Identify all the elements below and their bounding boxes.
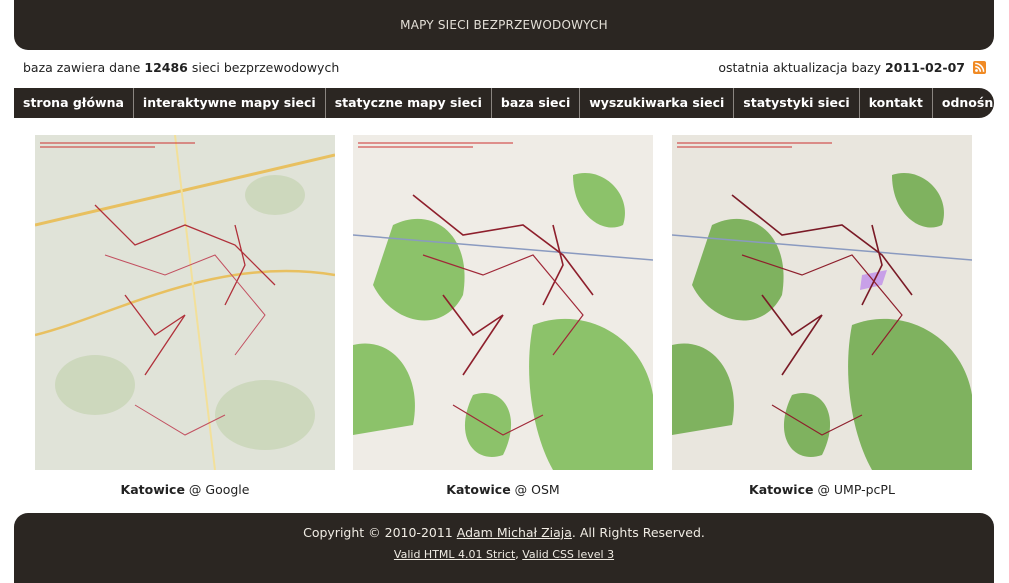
- nav-interactive-maps[interactable]: interaktywne mapy sieci: [134, 88, 326, 118]
- map-caption-ump: Katowice @ UMP-pcPL: [749, 482, 895, 497]
- map-caption-osm: Katowice @ OSM: [446, 482, 560, 497]
- nav-network-stats[interactable]: statystyki sieci: [734, 88, 860, 118]
- valid-css-link[interactable]: Valid CSS level 3: [522, 548, 614, 561]
- map-gallery: Katowice @ Google Katowice @ OSM Katowic…: [35, 135, 975, 505]
- site-header: MAPY SIECI BEZPRZEWODOWYCH: [14, 0, 994, 50]
- map-image-google[interactable]: [35, 135, 335, 470]
- last-update-date: 2011-02-07: [885, 60, 966, 75]
- site-title: MAPY SIECI BEZPRZEWODOWYCH: [400, 18, 608, 32]
- nav-links[interactable]: odnośniki: [933, 88, 1009, 118]
- info-bar: baza zawiera dane 12486 sieci bezprzewod…: [23, 60, 986, 80]
- site-footer: Copyright © 2010-2011 Adam Michał Ziaja.…: [14, 513, 994, 583]
- network-count: 12486: [144, 60, 188, 75]
- nav-static-maps[interactable]: statyczne mapy sieci: [326, 88, 492, 118]
- map-image-ump[interactable]: [672, 135, 972, 470]
- network-count-text: baza zawiera dane 12486 sieci bezprzewod…: [23, 60, 340, 75]
- map-card-ump: Katowice @ UMP-pcPL: [672, 135, 972, 497]
- nav-network-database[interactable]: baza sieci: [492, 88, 581, 118]
- last-update-text: ostatnia aktualizacja bazy 2011-02-07: [718, 60, 986, 75]
- validation-links: Valid HTML 4.01 Strict, Valid CSS level …: [393, 548, 615, 561]
- map-card-osm: Katowice @ OSM: [353, 135, 653, 497]
- rss-icon[interactable]: [973, 61, 986, 74]
- author-link[interactable]: Adam Michał Ziaja: [457, 525, 572, 540]
- nav-network-search[interactable]: wyszukiwarka sieci: [580, 88, 735, 118]
- valid-html-link[interactable]: Valid HTML 4.01 Strict: [394, 548, 515, 561]
- nav-home[interactable]: strona główna: [14, 88, 134, 118]
- nav-contact[interactable]: kontakt: [860, 88, 933, 118]
- copyright-text: Copyright © 2010-2011 Adam Michał Ziaja.…: [303, 525, 705, 540]
- map-card-google: Katowice @ Google: [35, 135, 335, 497]
- map-caption-google: Katowice @ Google: [120, 482, 250, 497]
- map-image-osm[interactable]: [353, 135, 653, 470]
- main-nav: strona główna interaktywne mapy sieci st…: [14, 88, 1009, 118]
